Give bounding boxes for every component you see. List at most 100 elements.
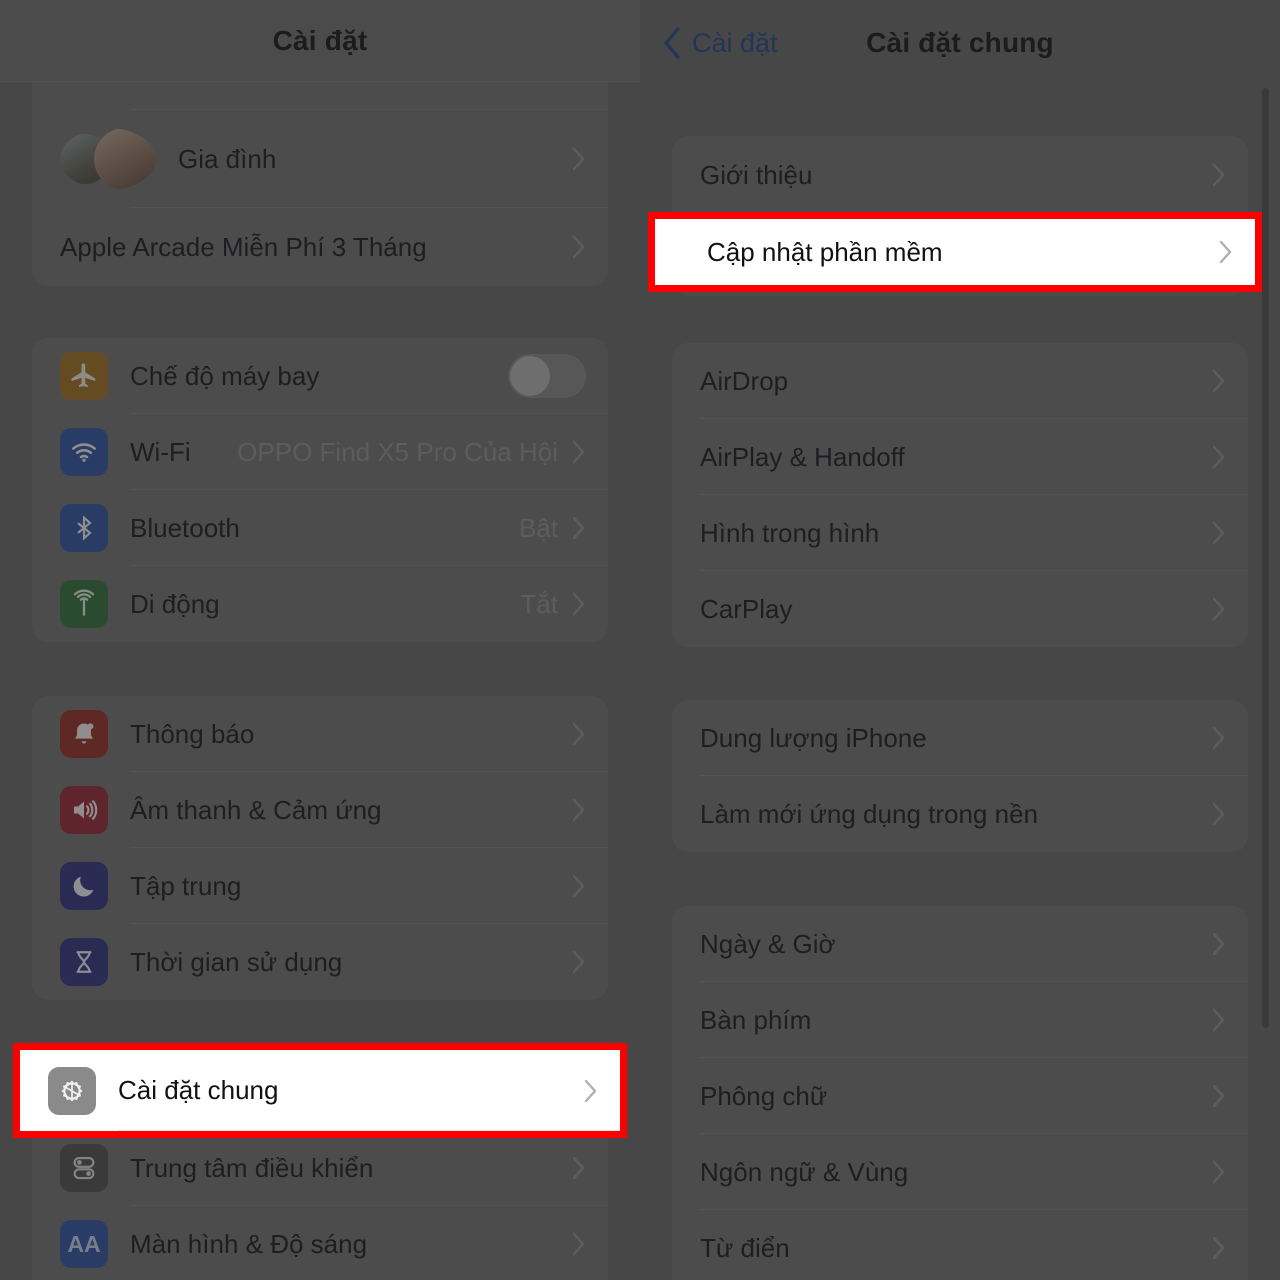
wifi-label: Wi-Fi xyxy=(130,436,191,467)
switches-icon xyxy=(60,1144,108,1192)
carplay-row[interactable]: CarPlay xyxy=(672,571,1248,647)
wifi-icon xyxy=(60,428,108,476)
control-center-label: Trung tâm điều khiển xyxy=(130,1152,374,1183)
speaker-icon xyxy=(60,786,108,834)
notifications-label: Thông báo xyxy=(130,718,255,749)
chevron-right-icon xyxy=(572,1232,585,1256)
family-row[interactable]: Gia đình xyxy=(32,110,608,208)
chevron-right-icon xyxy=(1212,1084,1225,1108)
connectivity-card: Chế độ máy bay Wi-Fi OPPO Find X5 Pro Củ… xyxy=(32,338,608,642)
iphone-storage-row[interactable]: Dung lượng iPhone xyxy=(672,700,1248,776)
keyboard-row[interactable]: Bàn phím xyxy=(672,982,1248,1058)
hourglass-icon xyxy=(60,938,108,986)
general-navbar: Cài đặt Cài đặt chung xyxy=(640,0,1280,86)
dictionary-row[interactable]: Từ điển xyxy=(672,1210,1248,1280)
date-time-row[interactable]: Ngày & Giờ xyxy=(672,906,1248,982)
chevron-right-icon xyxy=(1212,445,1225,469)
airplane-icon xyxy=(60,352,108,400)
airdrop-row[interactable]: AirDrop xyxy=(672,343,1248,419)
chevron-right-icon xyxy=(1219,240,1232,264)
general-settings-row[interactable]: Cài đặt chung xyxy=(20,1050,620,1131)
wifi-row[interactable]: Wi-Fi OPPO Find X5 Pro Của Hội xyxy=(32,414,608,490)
notifications-row[interactable]: Thông báo xyxy=(32,696,608,772)
family-label: Gia đình xyxy=(178,143,277,174)
sounds-haptics-row[interactable]: Âm thanh & Cảm ứng xyxy=(32,772,608,848)
notifications-card: Thông báo Âm thanh & Cảm ứng Tập trung T… xyxy=(32,696,608,1000)
cellular-antenna-icon xyxy=(60,580,108,628)
toggle-knob xyxy=(510,356,550,396)
chevron-right-icon xyxy=(1212,521,1225,545)
chevron-right-icon xyxy=(1212,1008,1225,1032)
picture-in-picture-label: Hình trong hình xyxy=(700,517,880,548)
iphone-storage-label: Dung lượng iPhone xyxy=(700,722,927,753)
chevron-right-icon xyxy=(572,516,585,540)
aa-text-icon: AA xyxy=(60,1220,108,1268)
vertical-scrollbar[interactable] xyxy=(1262,88,1269,1028)
airplane-mode-row[interactable]: Chế độ máy bay xyxy=(32,338,608,414)
cellular-value: Tắt xyxy=(520,588,558,619)
airplay-handoff-label: AirPlay & Handoff xyxy=(700,441,905,472)
chevron-right-icon xyxy=(572,592,585,616)
page-title: Cài đặt chung xyxy=(866,27,1054,58)
fonts-label: Phông chữ xyxy=(700,1080,828,1111)
chevron-right-icon xyxy=(572,147,585,171)
chevron-right-icon xyxy=(1212,1236,1225,1260)
moon-icon xyxy=(60,862,108,910)
dictionary-label: Từ điển xyxy=(700,1232,790,1263)
gear-icon xyxy=(48,1066,96,1115)
storage-card: Dung lượng iPhone Làm mới ứng dụng trong… xyxy=(672,700,1248,852)
general-settings-label: Cài đặt chung xyxy=(118,1075,279,1105)
airdrop-label: AirDrop xyxy=(700,365,789,396)
bluetooth-icon xyxy=(60,504,108,552)
carplay-label: CarPlay xyxy=(700,593,793,624)
chevron-right-icon xyxy=(572,798,585,822)
chevron-right-icon xyxy=(572,722,585,746)
chevron-right-icon xyxy=(1212,597,1225,621)
software-update-row[interactable]: Cập nhật phần mềm xyxy=(655,219,1255,285)
screen-time-label: Thời gian sử dụng xyxy=(130,946,343,977)
back-button[interactable]: Cài đặt xyxy=(662,26,778,60)
bluetooth-value: Bật xyxy=(518,512,558,543)
chevron-right-icon xyxy=(572,440,585,464)
general-settings-panel: Cài đặt Cài đặt chung Giới thiệu Cập nhậ… xyxy=(640,0,1280,1280)
chevron-left-icon xyxy=(664,27,680,59)
date-time-label: Ngày & Giờ xyxy=(700,928,836,959)
back-label: Cài đặt xyxy=(692,27,778,58)
picture-in-picture-row[interactable]: Hình trong hình xyxy=(672,495,1248,571)
display-brightness-row[interactable]: AA Màn hình & Độ sáng xyxy=(32,1206,608,1280)
chevron-right-icon xyxy=(1212,163,1225,187)
datetime-keyboard-card: Ngày & Giờ Bàn phím Phông chữ Ngôn ngữ &… xyxy=(672,906,1248,1280)
software-update-label: Cập nhật phần mềm xyxy=(707,236,943,267)
apple-arcade-row[interactable]: Apple Arcade Miễn Phí 3 Tháng xyxy=(32,208,608,286)
general-settings-highlight[interactable]: Cài đặt chung xyxy=(13,1043,627,1138)
language-region-label: Ngôn ngữ & Vùng xyxy=(700,1156,909,1187)
software-update-highlight[interactable]: Cập nhật phần mềm xyxy=(648,212,1262,292)
bluetooth-row[interactable]: Bluetooth Bật xyxy=(32,490,608,566)
focus-label: Tập trung xyxy=(130,870,242,901)
cellular-label: Di động xyxy=(130,588,220,619)
bluetooth-label: Bluetooth xyxy=(130,512,240,543)
focus-row[interactable]: Tập trung xyxy=(32,848,608,924)
chevron-right-icon xyxy=(1212,369,1225,393)
about-row[interactable]: Giới thiệu xyxy=(672,136,1248,214)
language-region-row[interactable]: Ngôn ngữ & Vùng xyxy=(672,1134,1248,1210)
fonts-row[interactable]: Phông chữ xyxy=(672,1058,1248,1134)
settings-navbar: Cài đặt xyxy=(0,0,640,82)
screen-time-row[interactable]: Thời gian sử dụng xyxy=(32,924,608,1000)
chevron-right-icon xyxy=(584,1079,597,1102)
background-app-refresh-row[interactable]: Làm mới ứng dụng trong nền xyxy=(672,776,1248,852)
chevron-right-icon xyxy=(1212,726,1225,750)
airplane-mode-label: Chế độ máy bay xyxy=(130,360,320,391)
row-separator xyxy=(118,1130,620,1131)
airplane-mode-toggle[interactable] xyxy=(508,354,586,398)
chevron-right-icon xyxy=(572,874,585,898)
chevron-right-icon xyxy=(572,1156,585,1180)
background-app-refresh-label: Làm mới ứng dụng trong nền xyxy=(700,798,1038,829)
about-label: Giới thiệu xyxy=(700,159,813,190)
control-center-row[interactable]: Trung tâm điều khiển xyxy=(32,1130,608,1206)
bell-icon xyxy=(60,710,108,758)
chevron-right-icon xyxy=(572,235,585,259)
cellular-row[interactable]: Di động Tắt xyxy=(32,566,608,642)
family-photos-avatar xyxy=(60,128,156,190)
airplay-handoff-row[interactable]: AirPlay & Handoff xyxy=(672,419,1248,495)
